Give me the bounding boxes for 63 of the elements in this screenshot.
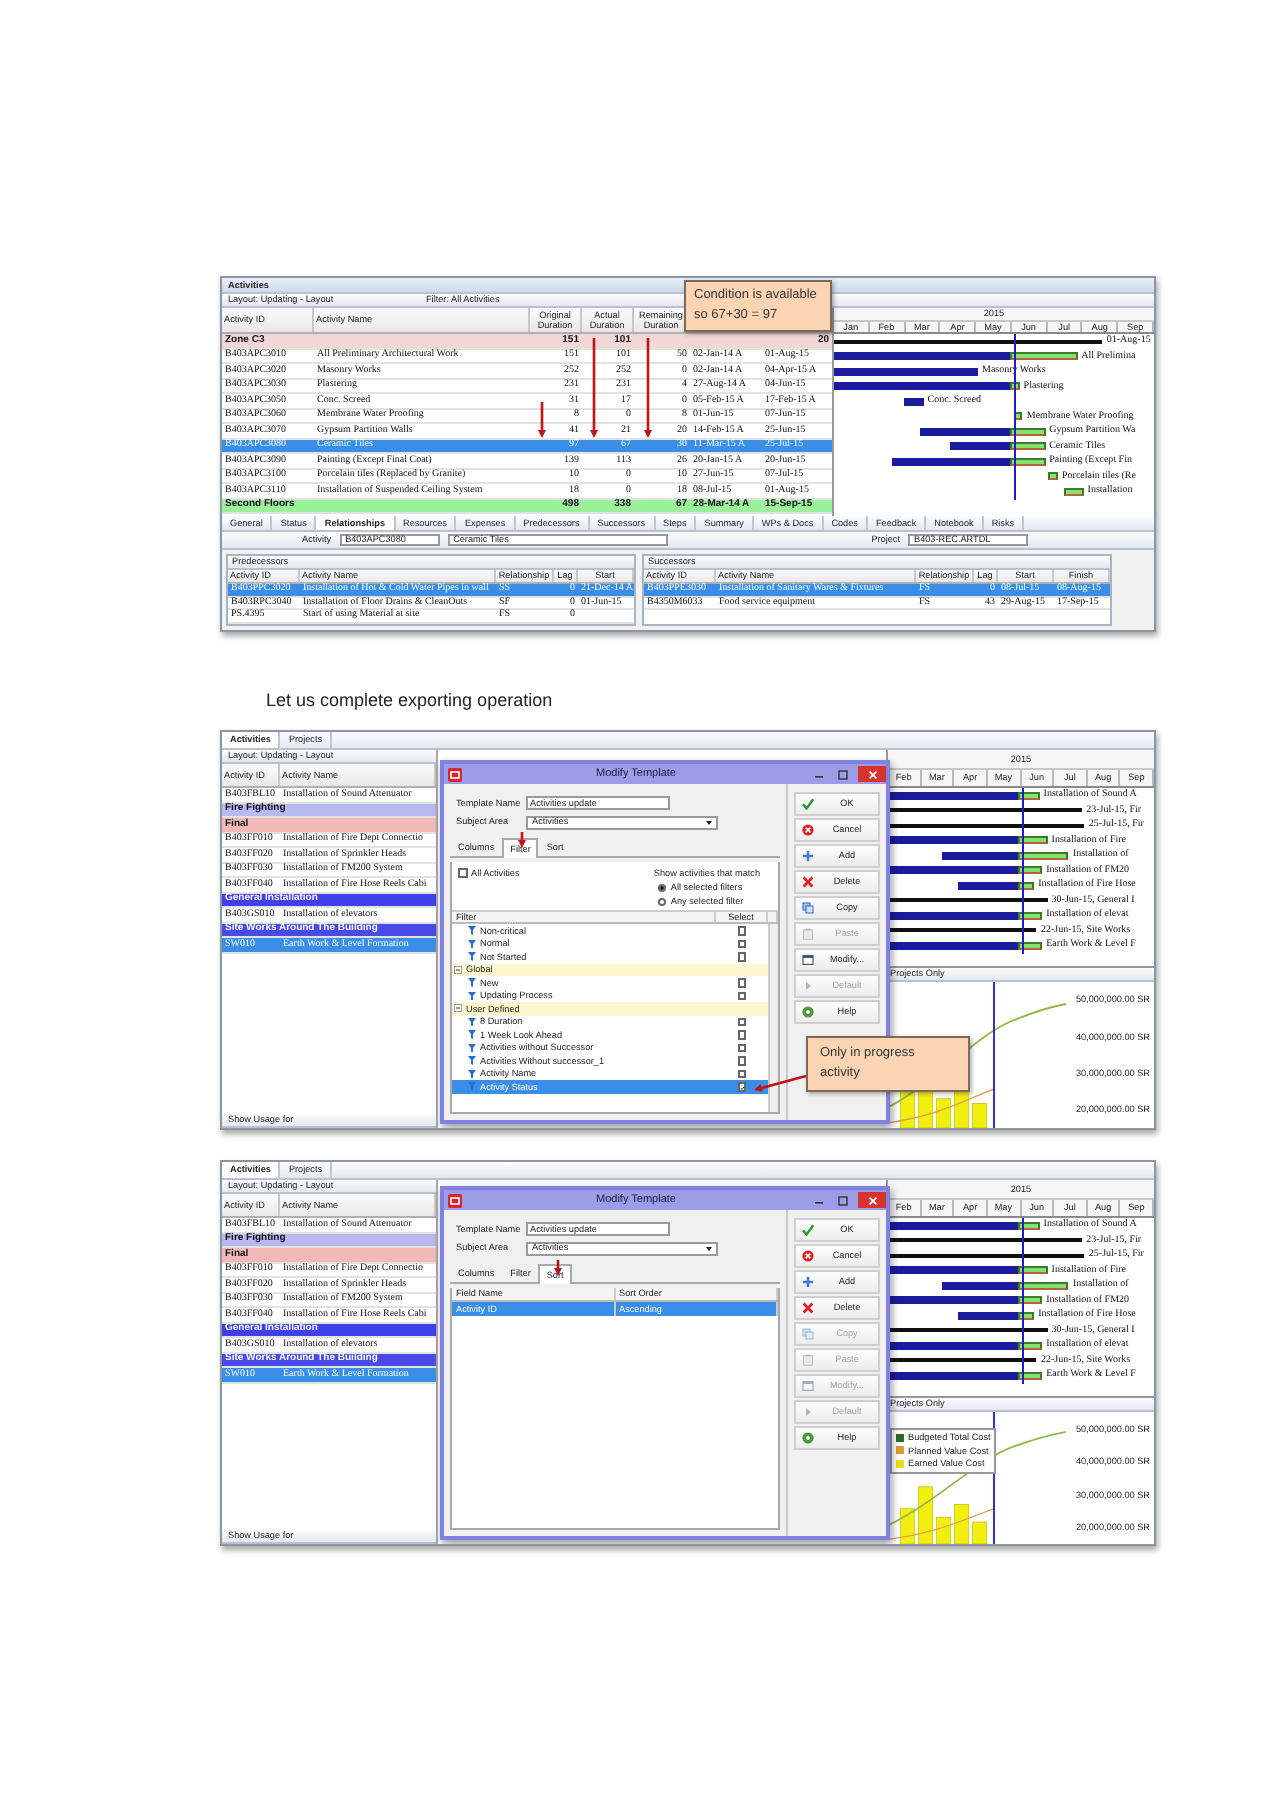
cancel-icon — [802, 823, 814, 836]
maximize-icon — [838, 769, 848, 779]
checkbox[interactable] — [737, 926, 747, 935]
triangle-icon — [802, 1405, 814, 1418]
checkbox[interactable] — [737, 1056, 747, 1065]
checkbox[interactable] — [737, 991, 747, 1000]
checkbox[interactable] — [737, 952, 747, 961]
copy-icon — [802, 1327, 814, 1340]
gantt-bar — [920, 427, 1046, 435]
gantt-bar — [941, 1281, 1069, 1289]
gantt-bar — [957, 881, 1035, 889]
arrow — [538, 402, 546, 438]
radio-button[interactable] — [657, 883, 667, 892]
checkbox[interactable] — [458, 868, 467, 877]
check-icon — [802, 1223, 814, 1236]
gantt-bar — [904, 397, 924, 405]
help-icon — [802, 1005, 814, 1018]
window-icon — [802, 1379, 814, 1392]
clipboard-icon — [802, 1353, 814, 1366]
plus-icon — [802, 849, 814, 862]
caret-icon — [704, 1243, 714, 1253]
app-icon — [448, 767, 462, 781]
triangle-icon — [802, 979, 814, 992]
arrow — [644, 338, 652, 438]
scrollbar[interactable] — [768, 924, 778, 1112]
gantt-bar — [1064, 487, 1084, 495]
checkbox[interactable] — [737, 1069, 747, 1078]
window-icon — [802, 953, 814, 966]
gantt-bar — [949, 442, 1046, 450]
close-icon — [867, 769, 877, 779]
cancel-icon — [802, 1249, 814, 1262]
close-icon — [867, 1195, 877, 1205]
checkbox[interactable] — [737, 1043, 747, 1052]
cross-icon — [802, 875, 814, 888]
check-icon — [802, 797, 814, 810]
close-button[interactable] — [858, 766, 886, 782]
copy-icon — [802, 901, 814, 914]
checkbox[interactable] — [737, 1017, 747, 1026]
collapse-icon[interactable] — [454, 1004, 462, 1013]
caret-icon — [704, 817, 714, 827]
arrow — [590, 338, 598, 438]
close-button[interactable] — [858, 1192, 886, 1208]
checkbox[interactable] — [737, 1082, 747, 1091]
gantt-bar — [1048, 472, 1058, 480]
arrow — [754, 1074, 807, 1092]
maximize-icon — [838, 1195, 848, 1205]
app-icon — [448, 1193, 462, 1207]
caption-text: Let us complete exporting operation — [266, 690, 555, 712]
arrow — [518, 832, 526, 848]
plus-icon — [802, 1275, 814, 1288]
gantt-bar — [834, 367, 978, 375]
radio-button[interactable] — [657, 897, 667, 906]
clipboard-icon — [802, 927, 814, 940]
gantt-bar — [941, 851, 1069, 859]
checkbox[interactable] — [737, 978, 747, 987]
checkbox[interactable] — [737, 1030, 747, 1039]
collapse-icon[interactable] — [454, 965, 462, 974]
cross-icon — [802, 1301, 814, 1314]
maximize-button[interactable] — [834, 1192, 852, 1208]
help-icon — [802, 1431, 814, 1444]
gantt-bar — [957, 1311, 1035, 1319]
maximize-button[interactable] — [834, 766, 852, 782]
checkbox[interactable] — [737, 939, 747, 948]
